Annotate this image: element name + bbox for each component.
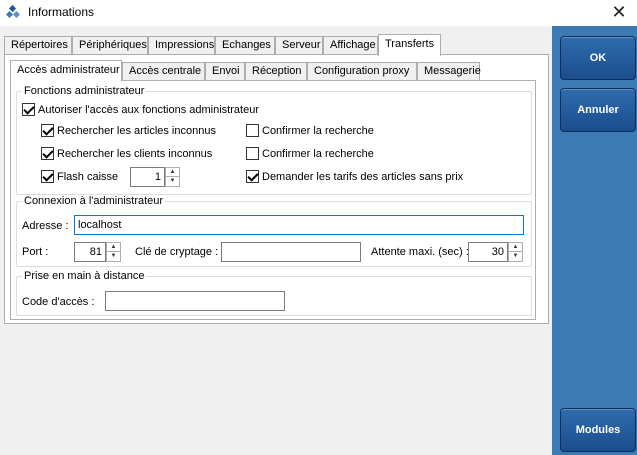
demander-tarifs-checkbox[interactable] — [246, 170, 259, 183]
spin-up-icon[interactable]: ▲ — [166, 168, 179, 177]
tab-affichage[interactable]: Affichage — [323, 36, 378, 54]
rechercher-articles-label: Rechercher les articles inconnus — [57, 125, 216, 137]
tab-repertoires[interactable]: Répertoires — [4, 36, 72, 54]
connexion-administrateur-group: Connexion à l'administrateur Adresse : l… — [16, 195, 532, 267]
tab-label: Messagerie — [424, 65, 481, 77]
tab-messagerie[interactable]: Messagerie — [417, 62, 481, 80]
tab-acces-centrale[interactable]: Accès centrale — [122, 62, 205, 80]
flash-caisse-input[interactable]: 1 — [130, 167, 165, 187]
tab-label: Périphériques — [79, 39, 147, 51]
spin-up-icon[interactable]: ▲ — [509, 243, 522, 252]
app-icon — [6, 5, 21, 19]
spin-down-icon[interactable]: ▼ — [166, 177, 179, 186]
rechercher-clients-label: Rechercher les clients inconnus — [57, 148, 213, 160]
demander-tarifs-label: Demander les tarifs des articles sans pr… — [262, 171, 464, 183]
window-title: Informations — [28, 5, 95, 19]
tab-label: Transferts — [385, 38, 435, 50]
tab-label: Répertoires — [11, 39, 68, 51]
acces-administrateur-page: Fonctions administrateur Autoriser l'acc… — [10, 80, 536, 320]
cle-cryptage-label: Clé de cryptage : — [135, 246, 219, 258]
tab-configuration-proxy[interactable]: Configuration proxy — [307, 62, 417, 80]
title-bar: Informations ✕ — [0, 0, 637, 26]
spin-down-icon[interactable]: ▼ — [107, 252, 120, 261]
spin-up-icon[interactable]: ▲ — [107, 243, 120, 252]
attente-input[interactable]: 30 — [468, 242, 508, 262]
confirmer-articles-checkbox[interactable] — [246, 124, 259, 137]
annuler-button[interactable]: Annuler — [560, 88, 636, 132]
tab-impressions[interactable]: Impressions — [148, 36, 215, 54]
autoriser-acces-checkbox[interactable] — [22, 103, 35, 116]
port-label: Port : — [22, 246, 49, 258]
tab-transferts[interactable]: Transferts — [378, 34, 441, 56]
ok-button[interactable]: OK — [560, 36, 636, 80]
code-acces-input[interactable] — [105, 291, 285, 311]
port-input[interactable]: 81 — [74, 242, 106, 262]
confirmer-clients-label: Confirmer la recherche — [262, 148, 374, 160]
close-icon[interactable]: ✕ — [601, 0, 637, 26]
tab-label: Configuration proxy — [314, 65, 410, 77]
tab-label: Envoi — [212, 65, 240, 77]
tab-reception[interactable]: Réception — [245, 62, 307, 80]
sub-tab-strip: Accès administrateur Accès centrale Envo… — [10, 60, 545, 81]
flash-caisse-label: Flash caisse — [57, 171, 119, 183]
modules-button[interactable]: Modules — [560, 408, 636, 452]
fonctions-administrateur-group: Fonctions administrateur Autoriser l'acc… — [16, 85, 532, 195]
tab-label: Impressions — [155, 39, 215, 51]
group-title: Connexion à l'administrateur — [22, 195, 166, 208]
button-panel: OK Annuler Modules — [552, 26, 637, 455]
prise-en-main-group: Prise en main à distance Code d'accès : — [16, 270, 532, 316]
tab-label: Réception — [252, 65, 302, 77]
flash-caisse-spinner[interactable]: ▲ ▼ — [165, 167, 180, 187]
attente-spinner[interactable]: ▲ ▼ — [508, 242, 523, 262]
tab-serveur[interactable]: Serveur — [275, 36, 323, 54]
autoriser-acces-label: Autoriser l'accès aux fonctions administ… — [38, 104, 259, 116]
group-title: Fonctions administrateur — [22, 85, 147, 98]
tab-label: Serveur — [282, 39, 321, 51]
flash-caisse-checkbox[interactable] — [41, 170, 54, 183]
tab-envoi[interactable]: Envoi — [205, 62, 245, 80]
rechercher-articles-checkbox[interactable] — [41, 124, 54, 137]
port-spinner[interactable]: ▲ ▼ — [106, 242, 121, 262]
rechercher-clients-checkbox[interactable] — [41, 147, 54, 160]
cle-cryptage-input[interactable] — [221, 242, 361, 262]
tab-echanges[interactable]: Echanges — [215, 36, 275, 54]
confirmer-clients-checkbox[interactable] — [246, 147, 259, 160]
main-tab-strip: Répertoires Périphériques Impressions Ec… — [4, 34, 549, 56]
confirmer-articles-label: Confirmer la recherche — [262, 125, 374, 137]
attente-label: Attente maxi. (sec) : — [371, 246, 469, 258]
tab-label: Echanges — [222, 39, 271, 51]
adresse-input[interactable]: localhost — [74, 215, 524, 235]
tab-peripheriques[interactable]: Périphériques — [72, 36, 148, 54]
group-title: Prise en main à distance — [22, 270, 147, 283]
adresse-label: Adresse : — [22, 220, 69, 232]
code-acces-label: Code d'accès : — [22, 296, 95, 308]
tab-label: Accès centrale — [129, 65, 202, 77]
tab-label: Affichage — [330, 39, 376, 51]
tab-label: Accès administrateur — [17, 64, 120, 76]
tab-acces-administrateur[interactable]: Accès administrateur — [10, 60, 122, 81]
spin-down-icon[interactable]: ▼ — [509, 252, 522, 261]
